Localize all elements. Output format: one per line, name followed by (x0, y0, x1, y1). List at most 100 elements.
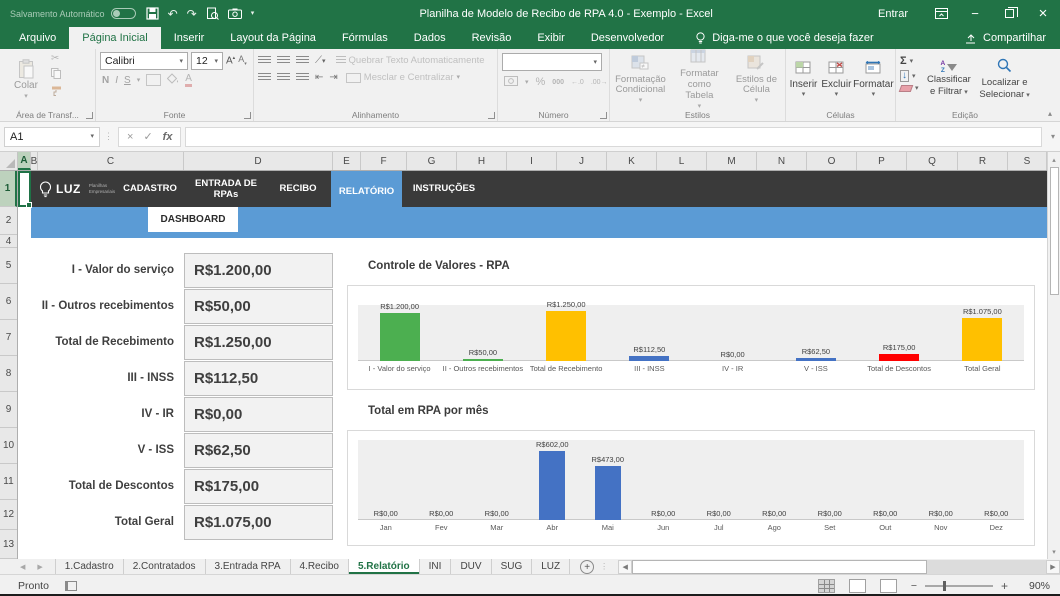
vertical-scroll-thumb[interactable] (1050, 167, 1059, 295)
print-preview-icon[interactable] (206, 7, 219, 20)
conditional-formatting-button[interactable]: ≠ Formatação Condicional ▾ (614, 52, 667, 107)
borders-icon[interactable] (146, 74, 161, 86)
nav-item-instruções[interactable]: INSTRUÇÕES (402, 171, 486, 207)
column-header-J[interactable]: J (557, 152, 607, 170)
font-size-combo[interactable]: 12▾ (191, 52, 223, 70)
increase-indent-icon[interactable]: ⇥ (329, 73, 337, 83)
column-header-M[interactable]: M (707, 152, 757, 170)
row-header-11[interactable]: 11 (0, 464, 17, 500)
wrap-text-button[interactable]: Quebrar Texto Automaticamente (336, 55, 485, 66)
row-header-2[interactable]: 2 (0, 207, 17, 235)
enter-check-icon[interactable]: ✓ (143, 130, 152, 143)
sheet-tab-4-recibo[interactable]: 4.Recibo (291, 559, 349, 574)
select-all-corner[interactable] (0, 152, 18, 170)
vertical-scrollbar[interactable]: ▴ ▾ (1047, 152, 1060, 559)
zoom-in-icon[interactable]: + (1001, 579, 1008, 593)
ribbon-display-options-icon[interactable] (924, 0, 958, 27)
prev-sheet-icon[interactable]: ◀ (20, 563, 25, 571)
column-header-H[interactable]: H (457, 152, 507, 170)
column-header-D[interactable]: D (184, 152, 333, 170)
tell-me-box[interactable]: Diga-me o que você deseja fazer (695, 27, 873, 49)
cell-styles-button[interactable]: Estilos de Célula ▾ (732, 52, 781, 107)
sheet-tab-sug[interactable]: SUG (492, 559, 533, 574)
ribbon-tab-arquivo[interactable]: Arquivo (6, 27, 69, 49)
column-header-R[interactable]: R (958, 152, 1008, 170)
scroll-down-icon[interactable]: ▾ (1048, 544, 1060, 559)
column-header-Q[interactable]: Q (907, 152, 958, 170)
ribbon-tab-exibir[interactable]: Exibir (524, 27, 578, 49)
autosave-toggle[interactable] (111, 8, 136, 19)
summary-value-cell[interactable]: R$1.075,00 (184, 505, 333, 540)
ribbon-tab-layout-da-página[interactable]: Layout da Página (217, 27, 329, 49)
save-icon[interactable] (146, 7, 159, 20)
align-right-icon[interactable] (296, 73, 309, 82)
align-center-icon[interactable] (277, 73, 290, 82)
page-layout-view-icon[interactable] (849, 579, 866, 593)
column-header-N[interactable]: N (757, 152, 807, 170)
selected-cell-a1[interactable] (18, 171, 31, 207)
clipboard-dialog-launcher-icon[interactable] (86, 112, 93, 119)
redo-icon[interactable]: ↷ (187, 8, 197, 20)
column-header-A[interactable]: A (18, 152, 31, 170)
share-button[interactable]: Compartilhar (964, 27, 1060, 49)
summary-value-cell[interactable]: R$1.250,00 (184, 325, 333, 360)
row-header-12[interactable]: 12 (0, 500, 17, 530)
merge-center-button[interactable]: Mesclar e Centralizar ▾ (346, 72, 460, 83)
close-button[interactable]: × (1026, 0, 1060, 27)
row-header-4[interactable]: 4 (0, 235, 17, 248)
number-format-combo[interactable]: ▾ (502, 53, 602, 71)
insert-function-icon[interactable]: fx (163, 131, 173, 143)
nav-item-entrada-de-rpas[interactable]: ENTRADA DE RPAs (187, 171, 265, 207)
sheet-tab-duv[interactable]: DUV (451, 559, 491, 574)
horizontal-scroll-thumb[interactable] (632, 560, 927, 574)
chart-controle-de-valores[interactable]: R$1.200,00R$50,00R$1.250,00R$112,50R$0,0… (347, 285, 1035, 390)
clear-button[interactable]: ▾ (900, 85, 919, 92)
orientation-icon[interactable]: ⟋▾ (315, 56, 326, 66)
sheet-tab-5-relat-rio[interactable]: 5.Relatório (349, 559, 420, 574)
qat-customize-icon[interactable]: ▾ (251, 10, 255, 17)
normal-view-icon[interactable] (818, 579, 835, 593)
decrease-decimal-icon[interactable]: .00→ (591, 79, 608, 86)
format-cells-button[interactable]: Formatar ▾ (855, 52, 891, 107)
zoom-level[interactable]: 90% (1022, 580, 1050, 592)
collapse-ribbon-icon[interactable]: ▴ (1048, 109, 1052, 118)
sheet-tab-ini[interactable]: INI (420, 559, 452, 574)
find-select-button[interactable]: Localizar e Selecionar▾ (979, 52, 1030, 107)
scroll-left-icon[interactable]: ◀ (618, 560, 632, 574)
column-header-B[interactable]: B (31, 152, 38, 170)
fill-color-icon[interactable] (167, 73, 179, 87)
font-dialog-launcher-icon[interactable] (244, 112, 251, 119)
scroll-right-icon[interactable]: ▶ (1046, 560, 1060, 574)
camera-icon[interactable] (228, 8, 242, 19)
column-header-G[interactable]: G (407, 152, 457, 170)
formula-bar-splitter[interactable]: ⋮ (104, 131, 114, 142)
row-header-9[interactable]: 9 (0, 392, 17, 428)
grow-font-icon[interactable]: A▴ (226, 56, 235, 66)
font-name-combo[interactable]: Calibri▾ (100, 52, 188, 70)
tabstrip-splitter[interactable]: ⋮ (600, 562, 608, 571)
expand-formula-bar-icon[interactable]: ▾ (1046, 132, 1060, 141)
ribbon-tab-fórmulas[interactable]: Fórmulas (329, 27, 401, 49)
percent-style-icon[interactable]: % (536, 77, 546, 88)
column-header-S[interactable]: S (1008, 152, 1047, 170)
ribbon-tab-inserir[interactable]: Inserir (161, 27, 218, 49)
summary-value-cell[interactable]: R$0,00 (184, 397, 333, 432)
align-middle-icon[interactable] (277, 56, 290, 65)
horizontal-scrollbar[interactable]: ◀ ▶ (618, 559, 1060, 574)
row-header-8[interactable]: 8 (0, 356, 17, 392)
align-top-icon[interactable] (258, 56, 271, 65)
format-as-table-button[interactable]: Formatar como Tabela ▾ (673, 52, 726, 107)
column-header-I[interactable]: I (507, 152, 557, 170)
accounting-format-icon[interactable] (504, 76, 518, 89)
fill-button[interactable]: ↓▾ (900, 70, 919, 82)
nav-item-relatório[interactable]: RELATÓRIO (331, 171, 402, 212)
summary-value-cell[interactable]: R$62,50 (184, 433, 333, 468)
column-header-L[interactable]: L (657, 152, 707, 170)
underline-button[interactable]: S (124, 75, 131, 86)
number-dialog-launcher-icon[interactable] (600, 112, 607, 119)
ribbon-tab-desenvolvedor[interactable]: Desenvolvedor (578, 27, 677, 49)
nav-item-cadastro[interactable]: CADASTRO (113, 171, 187, 207)
macro-record-icon[interactable] (65, 581, 77, 591)
sheet-grid[interactable]: LUZ PlanilhasEmpresariais CADASTROENTRAD… (18, 171, 1047, 559)
ribbon-tab-revisão[interactable]: Revisão (459, 27, 525, 49)
